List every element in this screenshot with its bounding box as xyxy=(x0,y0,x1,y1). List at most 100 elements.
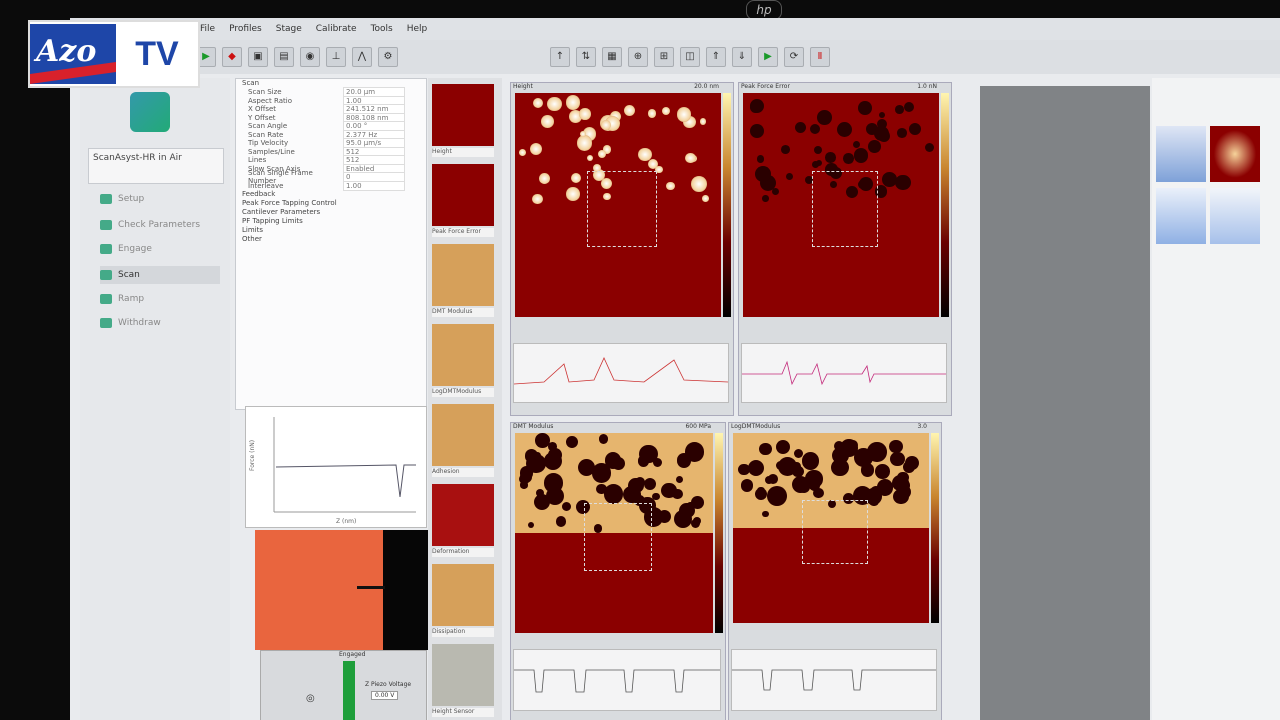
param-group[interactable]: Limits xyxy=(236,226,426,235)
particle-mark xyxy=(815,160,822,167)
pause-icon[interactable]: Ⅱ xyxy=(810,47,830,67)
param-row[interactable]: Interleave 1.00 xyxy=(236,180,426,191)
logo-left-text: Azo xyxy=(36,34,97,69)
param-group[interactable]: PF Tapping Limits xyxy=(236,217,426,226)
menu-profiles[interactable]: Profiles xyxy=(229,24,262,34)
z-voltage-bar xyxy=(343,661,355,720)
capture-icon[interactable]: ◫ xyxy=(680,47,700,67)
flip-icon[interactable]: ⇅ xyxy=(576,47,596,67)
particle-mark xyxy=(825,152,836,163)
particle-mark xyxy=(666,181,675,191)
channel-thumbnail[interactable] xyxy=(432,484,494,546)
particle-mark xyxy=(809,124,820,135)
menu-file[interactable]: File xyxy=(200,24,215,34)
preview-tip-thumb[interactable] xyxy=(1210,126,1260,182)
param-value[interactable]: 1.00 xyxy=(343,180,405,191)
channel-thumbnail-label: Dissipation xyxy=(432,628,494,637)
param-key: Y Offset xyxy=(248,113,276,122)
menu-tools[interactable]: Tools xyxy=(371,24,393,34)
particle-mark xyxy=(565,95,581,111)
load-icon[interactable]: ▣ xyxy=(248,47,268,67)
frame-up-icon[interactable]: ⇑ xyxy=(706,47,726,67)
zoom-selection-box[interactable] xyxy=(801,499,869,565)
zoom-icon[interactable]: ⊕ xyxy=(628,47,648,67)
tip-icon[interactable]: ⊥ xyxy=(326,47,346,67)
channel-thumbnail[interactable] xyxy=(432,324,494,386)
workflow-step-setup[interactable]: Setup xyxy=(100,190,220,208)
param-key: Samples/Line xyxy=(248,147,295,156)
channel-panel-peak-force-error[interactable]: Peak Force Error 1.0 nN xyxy=(738,82,952,416)
channel-thumbnail[interactable] xyxy=(432,244,494,306)
workflow-step-withdraw[interactable]: Withdraw xyxy=(100,314,220,332)
particle-mark xyxy=(762,510,769,518)
param-key: Scan Size xyxy=(248,88,282,97)
particle-mark xyxy=(867,139,881,153)
ramp-icon[interactable]: ⋀ xyxy=(352,47,372,67)
particle-mark xyxy=(561,501,572,512)
preview-curve-thumb[interactable] xyxy=(1156,188,1206,244)
tile-icon[interactable]: ▦ xyxy=(602,47,622,67)
particle-mark xyxy=(657,509,672,524)
play-icon[interactable]: ▶ xyxy=(758,47,778,67)
particle-mark xyxy=(903,461,916,474)
param-group[interactable]: Peak Force Tapping Control xyxy=(236,199,426,208)
param-group[interactable]: Other xyxy=(236,235,426,244)
param-group[interactable]: Cantilever Parameters xyxy=(236,208,426,217)
particle-mark xyxy=(547,96,562,111)
particle-mark xyxy=(879,111,886,119)
particle-mark xyxy=(853,448,873,467)
particle-mark xyxy=(690,519,701,529)
height-image[interactable] xyxy=(515,93,721,317)
param-key: Scan Rate xyxy=(248,130,284,139)
zoom-selection-box[interactable] xyxy=(587,171,658,248)
dmt-modulus-image[interactable] xyxy=(515,433,713,633)
menu-calibrate[interactable]: Calibrate xyxy=(316,24,357,34)
channel-thumbnail[interactable] xyxy=(432,164,494,226)
channel-thumbnail[interactable] xyxy=(432,84,494,146)
particle-mark xyxy=(908,122,922,136)
menu-help[interactable]: Help xyxy=(407,24,428,34)
particle-mark xyxy=(520,481,528,489)
preview-height-thumb[interactable] xyxy=(1156,126,1206,182)
height-profile xyxy=(513,343,729,403)
particle-mark xyxy=(813,487,824,499)
channel-panel-log-dmt[interactable]: LogDMTModulus 3.0 xyxy=(728,422,942,720)
stop-icon[interactable]: ◆ xyxy=(222,47,242,67)
zoom-selection-box[interactable] xyxy=(811,171,879,248)
param-group[interactable]: Feedback xyxy=(236,190,426,199)
workflow-step-check-parameters[interactable]: Check Parameters xyxy=(100,216,220,234)
zoom-selection-box[interactable] xyxy=(584,503,652,571)
channel-thumbnail[interactable] xyxy=(432,564,494,626)
refresh-icon[interactable]: ⟳ xyxy=(784,47,804,67)
channel-panel-dmt-modulus[interactable]: DMT Modulus 600 MPa xyxy=(510,422,726,720)
particle-mark xyxy=(570,172,581,183)
up-icon[interactable]: ↑ xyxy=(550,47,570,67)
workflow-step-engage[interactable]: Engage xyxy=(100,240,220,258)
workflow-step-ramp[interactable]: Ramp xyxy=(100,290,220,308)
preview-profile-thumb[interactable] xyxy=(1210,188,1260,244)
workflow-step-scan[interactable]: Scan xyxy=(100,266,220,284)
channel-thumbnail[interactable] xyxy=(432,404,494,466)
camera-icon[interactable]: ◉ xyxy=(300,47,320,67)
withdraw-icon xyxy=(100,318,112,328)
particle-mark xyxy=(652,492,661,501)
menu-stage[interactable]: Stage xyxy=(276,24,302,34)
log-dmt-image[interactable] xyxy=(733,433,929,623)
settings-icon[interactable]: ⚙ xyxy=(378,47,398,67)
preview-strip xyxy=(1152,78,1280,720)
param-key: Tip Velocity xyxy=(248,139,289,148)
save-icon[interactable]: ▤ xyxy=(274,47,294,67)
log-dmt-profile xyxy=(731,649,937,711)
peak-force-error-image[interactable] xyxy=(743,93,939,317)
channel-panel-height[interactable]: Height 20.0 nm xyxy=(510,82,734,416)
force-ylabel: Force (nN) xyxy=(249,440,256,471)
particle-mark xyxy=(814,145,823,154)
channel-thumbnail[interactable] xyxy=(432,644,494,706)
eye-icon: ◎ xyxy=(306,693,315,704)
particle-mark xyxy=(598,434,609,444)
particle-mark xyxy=(781,144,791,154)
main-toolbar: ▶ ◆ ▣ ▤ ◉ ⊥ ⋀ ⚙ ↑ ⇅ ▦ ⊕ ⊞ ◫ ⇑ ⇓ ▶ ⟳ Ⅱ xyxy=(190,40,1280,74)
offset-icon[interactable]: ⊞ xyxy=(654,47,674,67)
frame-down-icon[interactable]: ⇓ xyxy=(732,47,752,67)
particle-mark xyxy=(756,155,765,164)
